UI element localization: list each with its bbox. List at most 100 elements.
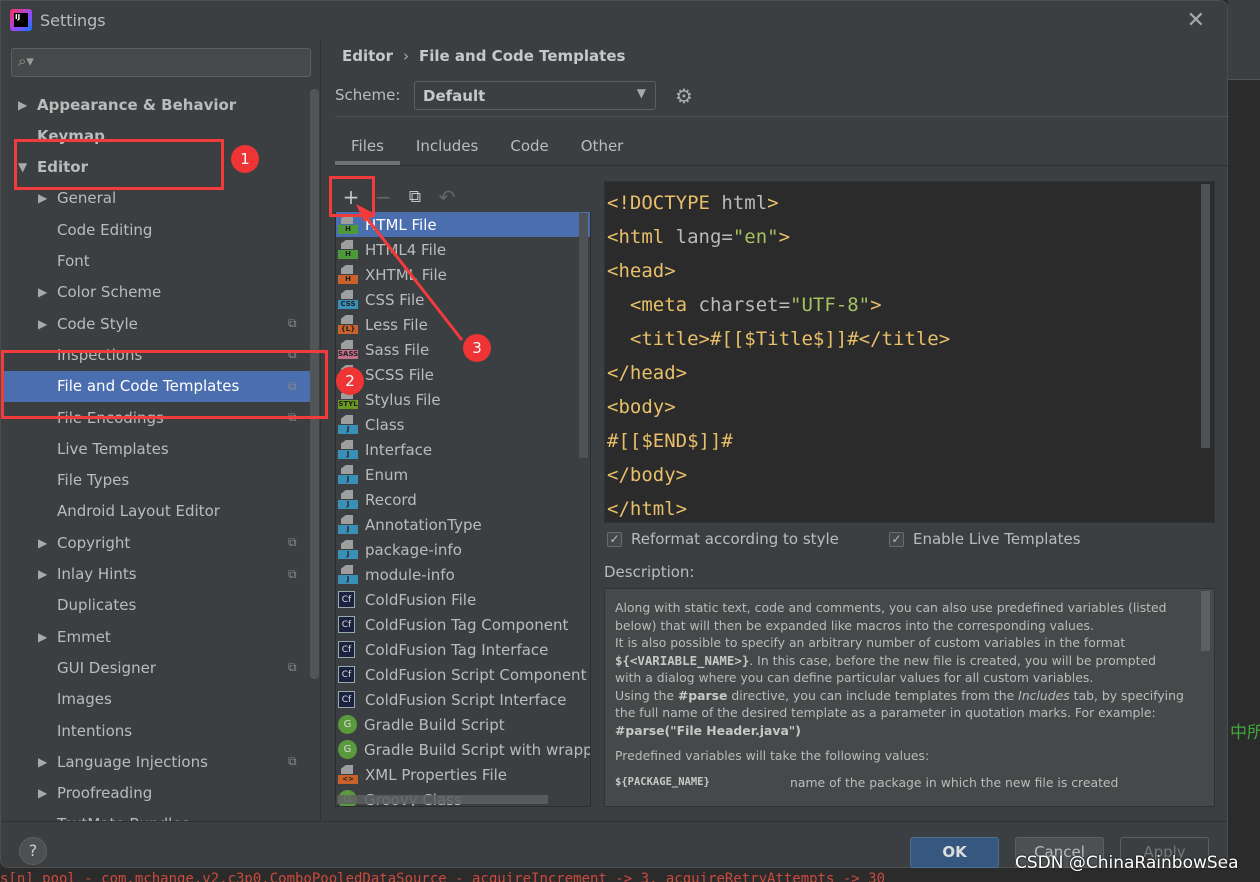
project-scope-icon: ⧉ [288,535,297,550]
template-list-item[interactable]: Cf ColdFusion Script Interface [336,687,590,712]
help-button[interactable]: ? [19,837,47,865]
file-type-icon: J [338,490,358,509]
template-name: HTML File [365,215,437,234]
sidebar-item-label: Emmet [57,627,111,646]
chevron-right-icon[interactable]: ▶ [38,630,47,644]
template-list-item[interactable]: Cf ColdFusion Script Component [336,662,590,687]
sidebar-item-copyright[interactable]: ▶ Copyright ⧉ [1,527,311,558]
breadcrumb-parent[interactable]: Editor [342,47,393,65]
template-list-item[interactable]: Cf ColdFusion File [336,587,590,612]
chevron-right-icon[interactable]: ▶ [38,285,47,299]
search-input[interactable]: ⌕▾ [11,48,311,77]
ok-button[interactable]: OK [910,837,999,868]
chevron-right-icon[interactable]: ▶ [38,786,47,800]
template-code-editor[interactable]: <!DOCTYPE html> <html lang="en"> <head> <m… [604,181,1215,523]
checkbox-checked-icon: ✓ [607,531,622,547]
search-icon: ⌕▾ [18,52,34,70]
sidebar-item-intentions[interactable]: Intentions [1,715,311,746]
breadcrumb: Editor › File and Code Templates [342,47,625,65]
scheme-label: Scheme: [335,86,401,104]
sidebar-item-appearance-behavior[interactable]: ▶ Appearance & Behavior [1,89,311,120]
code-line: <title>#[[$Title$]]#</title> [607,328,951,350]
live-templates-checkbox[interactable]: ✓ Enable Live Templates [889,530,1081,548]
template-tabs: Files Includes Code Other [335,129,639,165]
gear-icon[interactable]: ⚙ [675,84,693,108]
chevron-right-icon[interactable]: ▶ [38,755,47,769]
template-name: XML Properties File [365,765,508,784]
file-type-icon: H [338,215,358,234]
project-scope-icon: ⧉ [288,566,297,581]
template-list-item[interactable]: H HTML4 File [336,237,590,262]
sidebar-item-gui-designer[interactable]: GUI Designer ⧉ [1,652,311,683]
chevron-right-icon[interactable]: ▶ [18,98,27,112]
template-list-item[interactable]: STYL Stylus File [336,387,590,412]
sidebar-item-inlay-hints[interactable]: ▶ Inlay Hints ⧉ [1,559,311,590]
sidebar-item-emmet[interactable]: ▶ Emmet [1,621,311,652]
template-list-item[interactable]: J Record [336,487,590,512]
sidebar-item-label: File Types [57,471,130,490]
sidebar-item-live-templates[interactable]: Live Templates [1,433,311,464]
file-type-icon: J [338,540,358,559]
template-list-item[interactable]: CSS CSS File [336,287,590,312]
editor-scrollbar[interactable] [1201,184,1210,448]
close-icon[interactable]: ✕ [1187,8,1205,33]
template-name: SCSS File [365,365,434,384]
chevron-right-icon[interactable]: ▶ [38,191,47,205]
sidebar-item-images[interactable]: Images [1,684,311,715]
tab-includes[interactable]: Includes [400,129,494,165]
sidebar-item-file-types[interactable]: File Types [1,465,311,496]
template-list-item[interactable]: SCSSSCSS File [336,362,590,387]
sidebar-item-color-scheme[interactable]: ▶ Color Scheme [1,277,311,308]
template-list-item[interactable]: J Class [336,412,590,437]
list-scrollbar[interactable] [579,213,588,458]
sidebar-item-duplicates[interactable]: Duplicates [1,590,311,621]
chevron-right-icon[interactable]: ▶ [38,567,47,581]
tab-files[interactable]: Files [335,129,400,165]
sidebar-item-code-style[interactable]: ▶ Code Style ⧉ [1,308,311,339]
sidebar-item-proofreading[interactable]: ▶ Proofreading [1,778,311,809]
coldfusion-file-icon: Cf [338,666,355,683]
tab-other[interactable]: Other [565,129,640,165]
template-list-item[interactable]: G Gradle Build Script [336,712,590,737]
file-type-icon: CSS [338,290,358,309]
file-type-icon: H [338,240,358,259]
template-name: Class [365,415,405,434]
chevron-right-icon[interactable]: ▶ [38,317,47,331]
template-name: AnnotationType [365,515,482,534]
template-list-item[interactable]: Cf ColdFusion Tag Interface [336,637,590,662]
copy-icon[interactable]: ⧉ [399,187,431,207]
sidebar-item-font[interactable]: Font [1,246,311,277]
template-list-item[interactable]: J Enum [336,462,590,487]
window-title: Settings [40,10,106,30]
sidebar-item-language-injections[interactable]: ▶ Language Injections ⧉ [1,746,311,777]
chevron-right-icon[interactable]: ▶ [38,536,47,550]
reset-icon[interactable]: ↶ [431,185,463,209]
template-list-item[interactable]: {L} Less File [336,312,590,337]
sidebar-item-textmate-bundles[interactable]: TextMate Bundles [1,809,311,821]
list-horizontal-scrollbar[interactable] [337,795,548,804]
scheme-select[interactable]: Default ▼ [414,81,656,110]
template-list-item[interactable]: <> XML Properties File [336,762,590,787]
tab-code[interactable]: Code [494,129,564,165]
reformat-checkbox[interactable]: ✓ Reformat according to style [607,530,839,548]
description-scrollbar[interactable] [1201,591,1210,651]
project-scope-icon: ⧉ [288,316,297,331]
background-editor: 中所 [1228,0,1260,882]
template-list-item[interactable]: G Gradle Build Script with wrapper [336,737,590,762]
template-list-item[interactable]: Jpackage-info [336,537,590,562]
coldfusion-file-icon: Cf [338,616,355,633]
code-line: <!DOCTYPE html> [607,192,779,214]
sidebar-item-code-editing[interactable]: Code Editing [1,214,311,245]
sidebar-item-label: Proofreading [57,784,153,803]
gradle-groovy-icon: G [338,740,357,759]
template-list-item[interactable]: J AnnotationType [336,512,590,537]
annotation-badge-3: 3 [463,334,491,362]
template-list-item[interactable]: Jmodule-info [336,562,590,587]
settings-dialog: IJ Settings ✕ ⌕▾ ▶ Appearance & Behavior K… [0,0,1229,868]
template-list-item[interactable]: Cf ColdFusion Tag Component [336,612,590,637]
template-list-item[interactable]: J Interface [336,437,590,462]
sidebar-item-android-layout-editor[interactable]: Android Layout Editor [1,496,311,527]
coldfusion-file-icon: Cf [338,641,355,658]
template-list-item[interactable]: H XHTML File [336,262,590,287]
watermark: CSDN @ChinaRainbowSea [1015,853,1239,873]
